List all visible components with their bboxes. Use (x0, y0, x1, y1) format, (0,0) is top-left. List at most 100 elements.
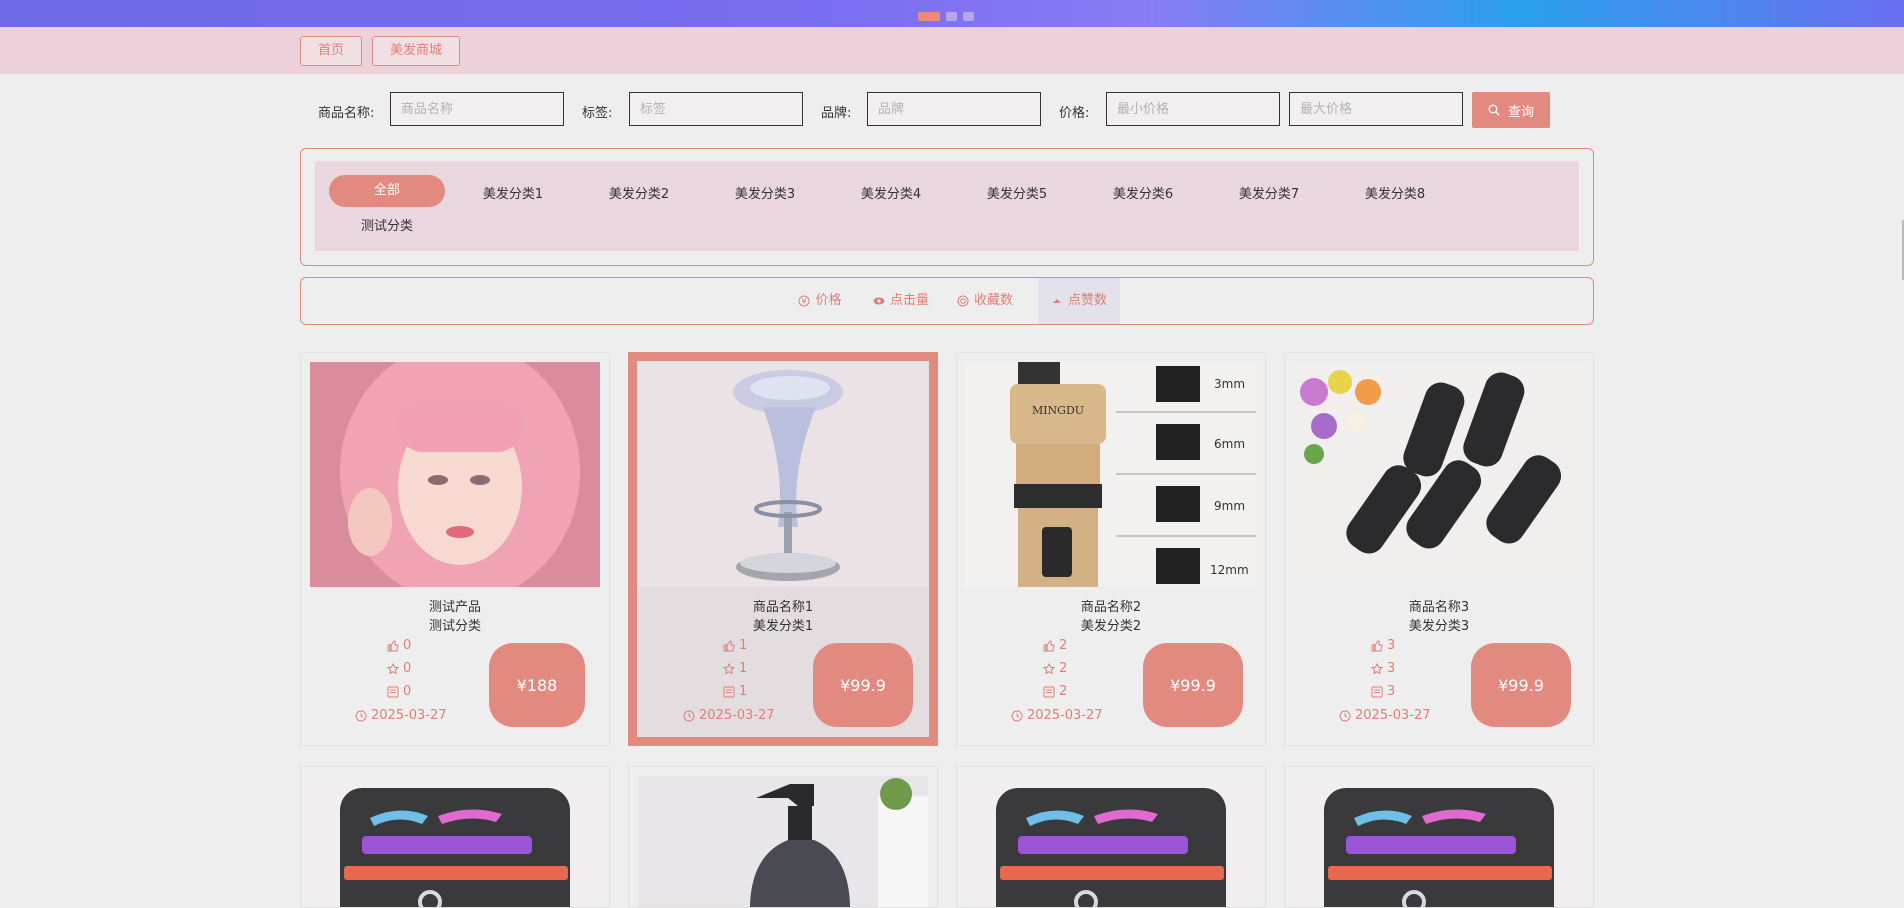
clock-icon (1011, 710, 1023, 721)
clock-icon (355, 710, 367, 721)
product-card[interactable] (1284, 766, 1594, 908)
category-item[interactable]: 美发分类3 (707, 183, 823, 202)
product-date: 2025-03-27 (1339, 708, 1431, 723)
product-image-comb-kit[interactable] (310, 776, 600, 907)
clipper-size-label: 9mm (1214, 499, 1245, 513)
category-item[interactable]: 美发分类5 (959, 183, 1075, 202)
product-image-comb-kit[interactable] (1294, 776, 1584, 907)
product-likes: 2 (1043, 638, 1067, 653)
comment-icon (1371, 686, 1383, 697)
tag-label: 标签: (582, 106, 613, 121)
product-card[interactable]: 测试产品 测试分类 0 0 0 ¥188 2025-03-27 (300, 352, 610, 746)
clipper-size-label: 12mm (1210, 563, 1249, 577)
sort-favorites[interactable]: 收藏数 (945, 278, 1025, 324)
product-price-button[interactable]: ¥99.9 (1471, 643, 1571, 727)
tag-input[interactable] (629, 92, 803, 126)
product-card[interactable]: 商品名称3 美发分类3 3 3 3 ¥99.9 2025-03-27 (1284, 352, 1594, 746)
sort-likes[interactable]: 点赞数 (1038, 278, 1120, 324)
product-price-button[interactable]: ¥188 (489, 643, 585, 727)
product-name: 商品名称1 (752, 600, 814, 615)
thumbs-up-icon (1043, 639, 1055, 651)
product-image-pink-hair[interactable] (310, 362, 600, 587)
product-comments: 2 (1043, 684, 1067, 699)
product-comments: 3 (1371, 684, 1395, 699)
category-item[interactable]: 美发分类4 (833, 183, 949, 202)
search-icon (1488, 104, 1500, 116)
carousel-dot-1[interactable] (918, 12, 940, 21)
product-card[interactable]: 商品名称1 美发分类1 1 1 1 ¥99.9 2025-03-27 (628, 352, 938, 746)
thumbs-up-icon (1371, 639, 1383, 651)
product-card[interactable] (956, 766, 1266, 908)
product-favorites: 1 (723, 661, 747, 676)
name-input[interactable] (390, 92, 564, 126)
comment-icon (723, 686, 735, 697)
product-price-button[interactable]: ¥99.9 (813, 643, 913, 727)
product-name: 测试产品 (428, 600, 481, 615)
product-favorites: 0 (387, 661, 411, 676)
product-likes: 3 (1371, 638, 1395, 653)
price-label: 价格: (1059, 106, 1090, 121)
star-icon (387, 662, 399, 675)
product-category: 测试分类 (428, 619, 481, 634)
product-favorites: 3 (1371, 661, 1395, 676)
product-date: 2025-03-27 (1011, 708, 1103, 723)
clock-icon (1339, 710, 1351, 721)
star-circle-icon (957, 295, 969, 307)
svg-text:¥: ¥ (802, 297, 807, 306)
min-price-input[interactable] (1106, 92, 1280, 126)
star-icon (1371, 662, 1383, 675)
breadcrumb-home[interactable]: 首页 (300, 36, 362, 66)
name-label: 商品名称: (318, 106, 375, 121)
category-item[interactable]: 测试分类 (329, 215, 445, 234)
product-name: 商品名称2 (1080, 600, 1142, 615)
product-image-hair-rollers[interactable] (1294, 362, 1584, 587)
clipper-brand-text: MINGDU (1032, 404, 1084, 417)
category-item[interactable]: 美发分类7 (1211, 183, 1327, 202)
product-comments: 1 (723, 684, 747, 699)
product-image-comb-kit[interactable] (966, 776, 1256, 907)
top-banner (0, 0, 1904, 27)
product-category: 美发分类1 (752, 619, 814, 634)
query-button[interactable]: 查询 (1472, 92, 1550, 128)
comment-icon (1043, 686, 1055, 697)
product-likes: 1 (723, 638, 747, 653)
sort-bar: ¥ 价格 点击量 收藏数 点赞数 (300, 277, 1594, 325)
sort-clicks[interactable]: 点击量 (861, 278, 941, 324)
product-favorites: 2 (1043, 661, 1067, 676)
product-category: 美发分类3 (1408, 619, 1470, 634)
clipper-size-label: 6mm (1214, 437, 1245, 451)
product-image-salon-stool[interactable] (638, 362, 928, 587)
product-comments: 0 (387, 684, 411, 699)
product-image-hair-clipper[interactable]: MINGDU 3mm 6mm 9mm 12mm (966, 362, 1256, 587)
product-image-spray-bottle[interactable] (638, 776, 928, 907)
product-likes: 0 (387, 638, 411, 653)
breadcrumb-shop[interactable]: 美发商城 (372, 36, 460, 66)
product-card[interactable]: MINGDU 3mm 6mm 9mm 12mm 商品名称2 美发分类2 2 2 … (956, 352, 1266, 746)
category-item[interactable]: 美发分类6 (1085, 183, 1201, 202)
clock-icon (683, 710, 695, 721)
eye-icon (873, 297, 885, 305)
brand-input[interactable] (867, 92, 1041, 126)
caret-up-icon (1052, 299, 1061, 303)
search-bar: 商品名称: 标签: 品牌: 价格: 查询 (0, 90, 1904, 132)
query-label: 查询 (1507, 104, 1534, 120)
category-all[interactable]: 全部 (329, 175, 445, 207)
product-card[interactable] (300, 766, 610, 908)
product-date: 2025-03-27 (683, 708, 775, 723)
thumbs-up-icon (723, 639, 735, 651)
category-item[interactable]: 美发分类2 (581, 183, 697, 202)
product-card[interactable] (628, 766, 938, 908)
carousel-indicators (918, 12, 974, 21)
sort-price[interactable]: ¥ 价格 (785, 278, 855, 324)
carousel-dot-2[interactable] (946, 12, 957, 21)
product-name: 商品名称3 (1408, 600, 1470, 615)
max-price-input[interactable] (1289, 92, 1463, 126)
product-price-button[interactable]: ¥99.9 (1143, 643, 1243, 727)
star-icon (723, 662, 735, 675)
clipper-size-label: 3mm (1214, 377, 1245, 391)
category-item[interactable]: 美发分类8 (1337, 183, 1453, 202)
brand-label: 品牌: (821, 106, 852, 121)
carousel-dot-3[interactable] (963, 12, 974, 21)
category-item[interactable]: 美发分类1 (455, 183, 571, 202)
thumbs-up-icon (387, 639, 399, 651)
